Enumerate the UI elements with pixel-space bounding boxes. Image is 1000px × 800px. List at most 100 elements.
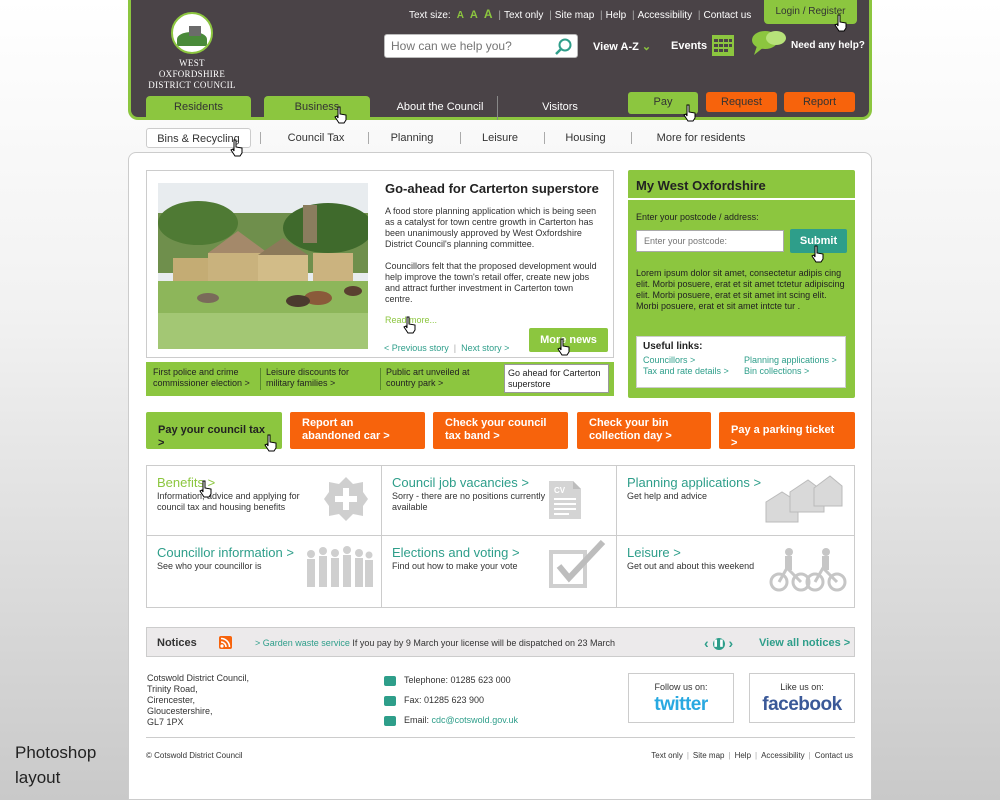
next-notice-icon[interactable]: ›	[728, 635, 733, 651]
subnav-more-residents[interactable]: More for residents	[641, 128, 761, 148]
text-size-medium[interactable]: A	[470, 9, 478, 21]
facebook-box[interactable]: Like us on: facebook	[749, 673, 855, 723]
tab-residents[interactable]: Residents	[146, 96, 251, 120]
cyclists-icon	[769, 548, 847, 592]
search-input[interactable]	[385, 35, 545, 57]
email-contact: Email: cdc@cotswold.gov.uk	[384, 715, 518, 726]
council-logo[interactable]: WEST OXFORDSHIRE DISTRICT COUNCIL	[147, 12, 237, 91]
text-size-large[interactable]: A	[484, 7, 493, 21]
headline-leisure-discounts[interactable]: Leisure discounts for military families …	[266, 367, 376, 389]
follow-us-label: Follow us on:	[654, 682, 708, 692]
footer-divider	[146, 737, 855, 738]
email-label: Email:	[404, 715, 430, 725]
subnav-leisure[interactable]: Leisure	[464, 128, 536, 148]
useful-links-title: Useful links:	[643, 341, 703, 352]
houses-icon	[765, 475, 843, 523]
top-link-help[interactable]: Help	[606, 10, 627, 21]
useful-link-councillors[interactable]: Councillors >	[643, 355, 695, 365]
logo-emblem-icon	[171, 12, 213, 54]
text-size-small[interactable]: A	[457, 10, 464, 21]
check-bin-collection-button[interactable]: Check your bin collection day >	[577, 412, 711, 449]
my-west-oxfordshire-panel: My West Oxfordshire Enter your postcode …	[628, 170, 855, 398]
notice-link-garden-waste[interactable]: Garden waste service	[263, 638, 350, 648]
service-description: Get help and advice	[627, 491, 708, 501]
footer-link-help[interactable]: Help	[735, 751, 751, 760]
address-line: Trinity Road,	[147, 684, 198, 694]
tab-about-council[interactable]: About the Council	[383, 96, 498, 120]
hand-cursor-icon	[811, 245, 824, 263]
useful-links-box: Useful links: Councillors > Tax and rate…	[636, 336, 846, 388]
view-az-link[interactable]: View A-Z ⌄	[593, 40, 651, 53]
service-description: Get out and about this weekend	[627, 561, 755, 571]
text-size-label: Text size:	[409, 10, 451, 21]
address-line: Cotswold District Council,	[147, 673, 250, 683]
footer-link-text-only[interactable]: Text only	[651, 751, 683, 760]
request-button[interactable]: Request	[706, 92, 777, 112]
check-council-tax-band-button[interactable]: Check your council tax band >	[433, 412, 568, 449]
phone-icon	[384, 675, 396, 686]
envelope-icon	[384, 715, 396, 726]
chat-bubbles-icon[interactable]	[751, 28, 787, 58]
email-link[interactable]: cdc@cotswold.gov.uk	[432, 715, 519, 725]
events-link[interactable]: Events	[671, 40, 707, 52]
annotation-line2: layout	[15, 768, 61, 787]
annotation-label: Photoshop layout	[15, 740, 96, 790]
pay-parking-ticket-button[interactable]: Pay a parking ticket >	[719, 412, 855, 449]
notices-bar: Notices > Garden waste service If you pa…	[146, 627, 855, 657]
checkbox-icon	[549, 540, 606, 588]
footer-link-site-map[interactable]: Site map	[693, 751, 725, 760]
annotation-line1: Photoshop	[15, 743, 97, 762]
calendar-icon[interactable]	[711, 33, 735, 57]
need-help-link[interactable]: Need any help?	[791, 40, 865, 51]
hand-cursor-icon	[403, 316, 416, 334]
twitter-box[interactable]: Follow us on: twitter	[628, 673, 734, 723]
news-feature: Go-ahead for Carterton superstore A food…	[146, 170, 614, 358]
service-description: Find out how to make your vote	[392, 561, 518, 571]
previous-notice-icon[interactable]: ‹	[704, 635, 709, 651]
top-link-contact-us[interactable]: Contact us	[703, 10, 751, 21]
search-box	[384, 34, 578, 58]
footer-links: Text only | Site map | Help | Accessibility | Co…	[651, 751, 853, 760]
copyright: © Cotswold District Council	[146, 751, 243, 760]
report-button[interactable]: Report	[784, 92, 855, 112]
pay-council-tax-button[interactable]: Pay your council tax >	[146, 412, 282, 449]
useful-link-tax-rate[interactable]: Tax and rate details >	[643, 366, 729, 376]
chevron-down-icon: ⌄	[641, 41, 652, 53]
news-headline[interactable]: Go-ahead for Carterton superstore	[385, 181, 599, 196]
report-abandoned-car-button[interactable]: Report an abandoned car >	[290, 412, 425, 449]
view-all-notices-link[interactable]: View all notices >	[759, 637, 850, 649]
next-story-link[interactable]: Next story >	[461, 343, 509, 353]
headline-carterton-superstore[interactable]: Go ahead for Carterton superstore	[504, 364, 609, 393]
subnav-planning[interactable]: Planning	[372, 128, 452, 148]
service-description: Sorry - there are no positions currently…	[392, 491, 546, 512]
top-link-site-map[interactable]: Site map	[555, 10, 594, 21]
headline-police-commissioner[interactable]: First police and crime commissioner elec…	[153, 367, 258, 389]
notices-label: Notices	[157, 637, 197, 649]
rss-feed-icon[interactable]	[219, 636, 232, 649]
subnav-housing[interactable]: Housing	[548, 128, 623, 148]
news-photo	[158, 183, 368, 349]
previous-story-link[interactable]: < Previous story	[384, 343, 449, 353]
search-icon[interactable]	[553, 37, 573, 57]
useful-link-bin-collections[interactable]: Bin collections >	[744, 366, 809, 376]
top-link-accessibility[interactable]: Accessibility	[638, 10, 692, 21]
svg-text:CV: CV	[554, 486, 566, 495]
top-link-text-only[interactable]: Text only	[504, 10, 543, 21]
my-west-oxfordshire-title: My West Oxfordshire	[628, 170, 855, 200]
cv-document-icon: CV	[549, 481, 581, 519]
hand-cursor-icon	[557, 338, 570, 356]
footer-link-accessibility[interactable]: Accessibility	[761, 751, 805, 760]
headline-public-art[interactable]: Public art unveiled at country park >	[386, 367, 496, 389]
subnav-council-tax[interactable]: Council Tax	[266, 128, 366, 148]
council-address: Cotswold District Council, Trinity Road,…	[147, 673, 249, 728]
useful-link-planning[interactable]: Planning applications >	[744, 355, 837, 365]
plus-icon	[324, 477, 368, 521]
pause-icon[interactable]: ❚❚	[712, 638, 725, 651]
tab-business[interactable]: Business	[264, 96, 370, 120]
telephone-contact: Telephone: 01285 623 000	[384, 675, 511, 686]
tab-visitors[interactable]: Visitors	[500, 96, 620, 120]
hand-cursor-icon	[199, 480, 212, 498]
footer-link-contact-us[interactable]: Contact us	[815, 751, 853, 760]
postcode-input[interactable]	[636, 230, 784, 252]
fax-contact: Fax: 01285 623 900	[384, 695, 484, 706]
